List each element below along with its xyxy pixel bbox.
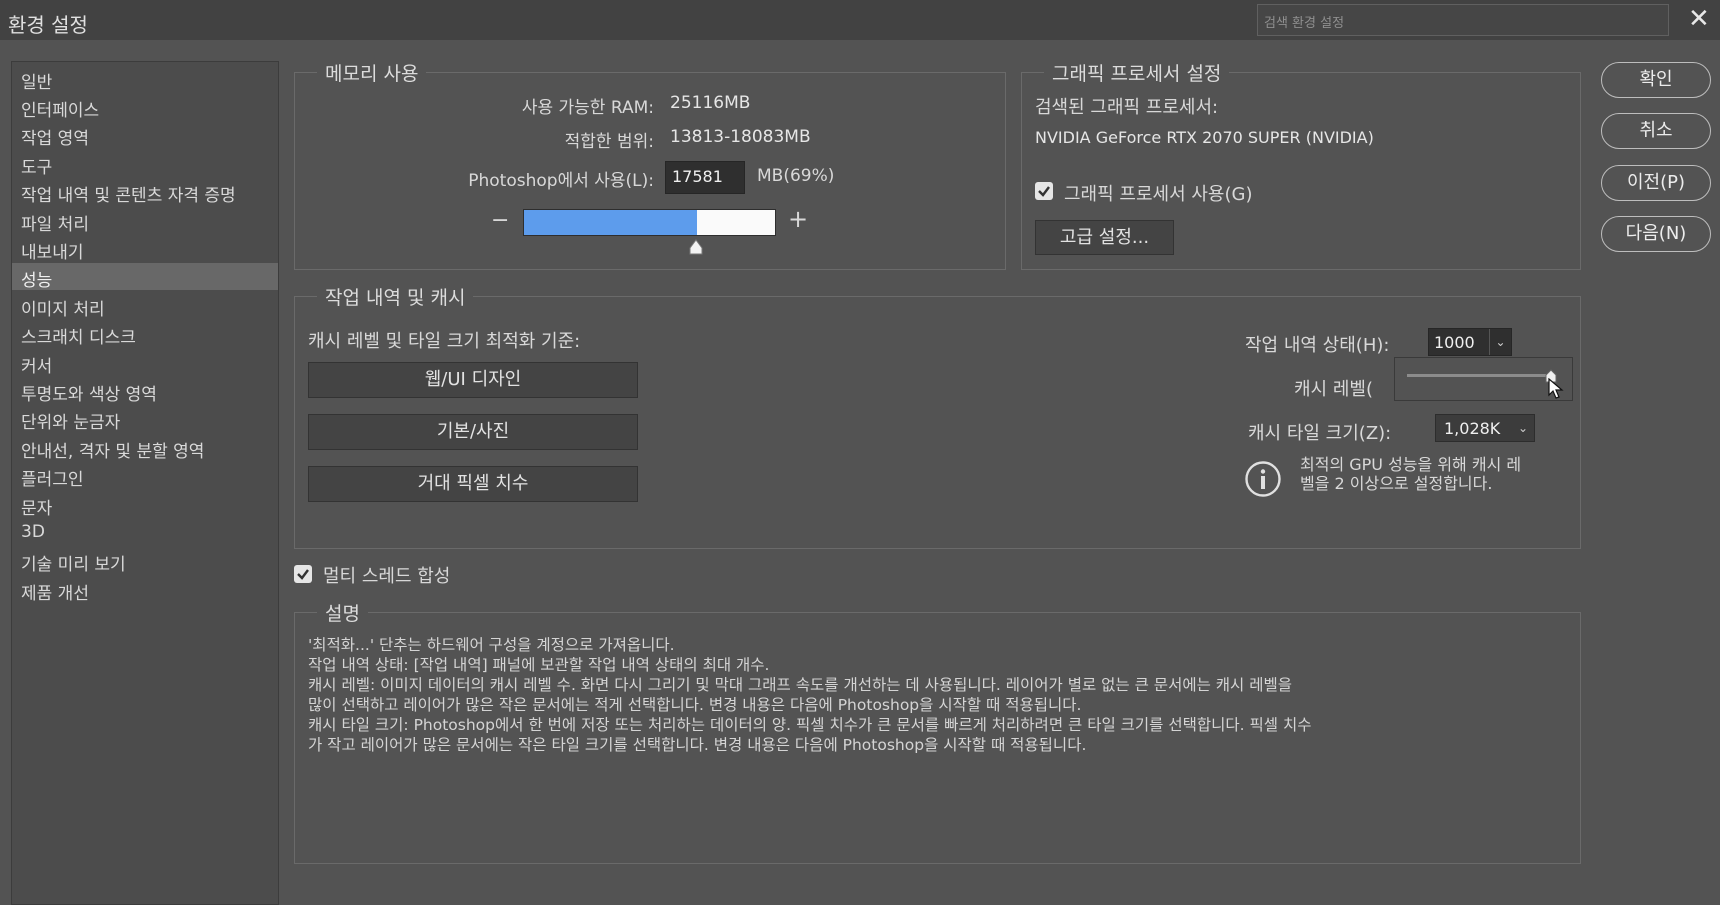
use-gpu-label[interactable]: 그래픽 프로세서 사용(G)	[1064, 180, 1252, 206]
description-line: 많이 선택하고 레이어가 많은 작은 문서에는 적게 선택합니다. 변경 내용은…	[308, 696, 1082, 714]
detected-gpu-value: NVIDIA GeForce RTX 2070 SUPER (NVIDIA)	[1035, 128, 1374, 147]
cache-tile-size-label: 캐시 타일 크기(Z):	[1248, 423, 1392, 444]
description-line: 가 작고 레이어가 많은 문서에는 작은 타일 크기를 선택합니다. 변경 내용…	[308, 736, 1087, 754]
history-states-field[interactable]: 1000 ⌄	[1428, 328, 1512, 356]
description-line: '최적화...' 단추는 하드웨어 구성을 계정으로 가져옵니다.	[308, 636, 675, 654]
memory-usage-legend: 메모리 사용	[317, 59, 427, 86]
sidebar-item-file-handling[interactable]: 파일 처리	[12, 207, 278, 235]
description-legend: 설명	[317, 599, 368, 626]
photoshop-use-label: Photoshop에서 사용(L):	[468, 171, 654, 191]
use-gpu-checkbox[interactable]	[1035, 182, 1053, 200]
title-bar: 환경 설정 검색 환경 설정 ✕	[0, 0, 1720, 40]
optimize-cache-label: 캐시 레벨 및 타일 크기 최적화 기준:	[308, 331, 581, 352]
memory-slider-fill	[524, 210, 698, 235]
preferences-sidebar: 일반 인터페이스 작업 영역 도구 작업 내역 및 콘텐츠 자격 증명 파일 처…	[11, 61, 279, 905]
available-ram-label: 사용 가능한 RAM:	[521, 98, 654, 118]
cache-levels-slider-track[interactable]	[1407, 374, 1553, 377]
sidebar-item-units-rulers[interactable]: 단위와 눈금자	[12, 405, 278, 433]
sidebar-item-3d[interactable]: 3D	[12, 519, 278, 546]
history-states-label: 작업 내역 상태(H):	[1245, 335, 1390, 356]
search-preferences-input[interactable]: 검색 환경 설정	[1257, 4, 1669, 36]
detected-gpu-label: 검색된 그래픽 프로세서:	[1035, 97, 1219, 118]
chevron-down-icon: ⌄	[1517, 421, 1528, 435]
cache-levels-label: 캐시 레벨(	[1294, 379, 1373, 400]
description-line: 캐시 레벨: 이미지 데이터의 캐시 레벨 수. 화면 다시 그리기 및 막대 …	[308, 676, 1293, 694]
advanced-settings-button[interactable]: 고급 설정...	[1035, 220, 1174, 255]
available-ram-value: 25116MB	[670, 93, 751, 113]
sidebar-item-scratch-disks[interactable]: 스크래치 디스크	[12, 320, 278, 348]
gpu-settings-legend: 그래픽 프로세서 설정	[1044, 59, 1230, 86]
sidebar-item-export[interactable]: 내보내기	[12, 235, 278, 263]
sidebar-item-plugins[interactable]: 플러그인	[12, 462, 278, 490]
history-states-dropdown-icon[interactable]: ⌄	[1489, 329, 1511, 355]
ideal-range-label: 적합한 범위:	[564, 132, 654, 152]
window-title: 환경 설정	[8, 13, 88, 37]
next-button[interactable]: 다음(N)	[1601, 216, 1711, 252]
memory-use-input[interactable]: 17581	[665, 161, 745, 194]
description-line: 작업 내역 상태: [작업 내역] 패널에 보관할 작업 내역 상태의 최대 개…	[308, 656, 770, 674]
sidebar-item-interface[interactable]: 인터페이스	[12, 93, 278, 121]
sidebar-item-workspace[interactable]: 작업 영역	[12, 121, 278, 149]
plus-icon[interactable]: +	[788, 205, 808, 233]
history-states-value: 1000	[1434, 333, 1475, 352]
sidebar-item-guides-grid[interactable]: 안내선, 격자 및 분할 영역	[12, 434, 278, 462]
sidebar-item-cursors[interactable]: 커서	[12, 349, 278, 377]
sidebar-item-transparency-gamut[interactable]: 투명도와 색상 영역	[12, 377, 278, 405]
multithread-compositing-checkbox[interactable]	[294, 565, 312, 583]
web-ui-design-button[interactable]: 웹/UI 디자인	[308, 362, 638, 398]
multithread-compositing-label[interactable]: 멀티 스레드 합성	[323, 562, 450, 588]
sidebar-item-general[interactable]: 일반	[12, 65, 278, 93]
cache-tile-size-select[interactable]: 1,028K ⌄	[1435, 414, 1535, 442]
cancel-button[interactable]: 취소	[1601, 113, 1711, 149]
huge-pixel-dimensions-button[interactable]: 거대 픽셀 치수	[308, 466, 638, 502]
sidebar-item-technology-previews[interactable]: 기술 미리 보기	[12, 547, 278, 575]
ok-button[interactable]: 확인	[1601, 62, 1711, 98]
sidebar-item-type[interactable]: 문자	[12, 491, 278, 519]
default-photos-button[interactable]: 기본/사진	[308, 414, 638, 450]
history-cache-legend: 작업 내역 및 캐시	[317, 283, 474, 310]
sidebar-item-product-improvement[interactable]: 제품 개선	[12, 576, 278, 604]
sidebar-item-performance[interactable]: 성능	[12, 263, 278, 291]
ideal-range-value: 13813-18083MB	[670, 127, 811, 147]
close-icon[interactable]: ✕	[1688, 4, 1710, 34]
minus-icon[interactable]: −	[491, 208, 509, 233]
mouse-cursor-icon	[1548, 377, 1566, 400]
memory-usage-slider[interactable]	[523, 209, 776, 236]
sidebar-item-history-credentials[interactable]: 작업 내역 및 콘텐츠 자격 증명	[12, 178, 278, 206]
previous-button[interactable]: 이전(P)	[1601, 165, 1711, 201]
cache-tile-size-value: 1,028K	[1444, 419, 1501, 438]
memory-slider-thumb-icon[interactable]	[688, 239, 704, 255]
sidebar-item-image-processing[interactable]: 이미지 처리	[12, 292, 278, 320]
memory-use-unit: MB(69%)	[757, 166, 835, 186]
description-text: '최적화...' 단추는 하드웨어 구성을 계정으로 가져옵니다. 작업 내역 …	[308, 635, 1580, 755]
gpu-cache-info-line-1: 최적의 GPU 성능을 위해 캐시 레	[1300, 455, 1522, 474]
gpu-cache-info-line-2: 벨을 2 이상으로 설정합니다.	[1300, 474, 1493, 493]
description-line: 캐시 타일 크기: Photoshop에서 한 번에 저장 또는 처리하는 데이…	[308, 716, 1312, 734]
sidebar-item-tools[interactable]: 도구	[12, 150, 278, 178]
cache-levels-slider-popup[interactable]	[1394, 357, 1573, 401]
info-icon	[1244, 460, 1282, 498]
